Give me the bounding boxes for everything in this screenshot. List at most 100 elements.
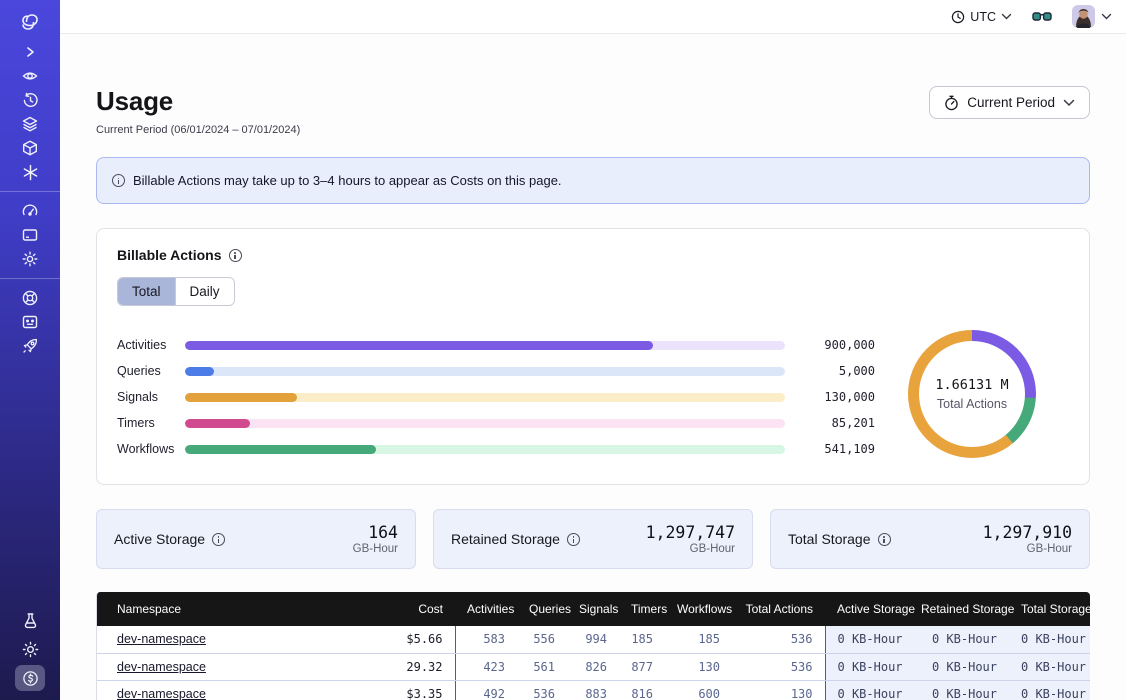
col-signals: Signals (567, 592, 619, 626)
bar-label: Workflows (117, 442, 185, 456)
col-cost: Cost (379, 592, 455, 626)
col-total-actions: Total Actions (732, 592, 825, 626)
timezone-label: UTC (970, 10, 996, 24)
total-storage-card: Total Storage 1,297,910 GB-Hour (770, 509, 1090, 569)
activities-cell: 492 (455, 680, 517, 700)
queries-cell: 556 (517, 626, 567, 653)
billable-actions-card: Billable Actions Total Daily Activities … (96, 228, 1090, 485)
active-nav-highlight (15, 665, 45, 691)
chevron-down-icon (1063, 99, 1075, 107)
donut-center: 1.66131 M Total Actions (919, 341, 1025, 447)
namespaces-icon[interactable] (0, 64, 60, 88)
bar-fill (185, 341, 653, 350)
bar-row-workflows: Workflows 541,109 (117, 436, 875, 462)
total-storage-cell: 0 KB-Hour (1009, 680, 1090, 700)
period-selector-label: Current Period (967, 95, 1055, 110)
tab-daily[interactable]: Daily (175, 278, 234, 305)
total-storage-cell: 0 KB-Hour (1009, 626, 1090, 653)
active-storage-cell: 0 KB-Hour (825, 680, 909, 700)
namespace-link[interactable]: dev-namespace (117, 687, 206, 700)
cost-cell: 29.32 (379, 653, 455, 680)
col-timers: Timers (619, 592, 665, 626)
assistant-terminal-icon[interactable] (0, 310, 60, 334)
reader-glasses-button[interactable] (1032, 11, 1052, 23)
activities-cell: 423 (455, 653, 517, 680)
col-namespace: Namespace (97, 592, 379, 626)
retained-storage-cell: 0 KB-Hour (909, 626, 1009, 653)
bar-value: 130,000 (799, 390, 875, 404)
bar-track (185, 393, 785, 402)
timers-cell: 816 (619, 680, 665, 700)
bar-row-signals: Signals 130,000 (117, 384, 875, 410)
col-total-storage: Total Storage (1009, 592, 1090, 626)
signals-cell: 883 (567, 680, 619, 700)
info-icon (112, 174, 125, 187)
retained-storage-card: Retained Storage 1,297,747 GB-Hour (433, 509, 753, 569)
asterisk-icon[interactable] (0, 160, 60, 184)
namespace-usage-table: Namespace Cost Activities Queries Signal… (96, 592, 1090, 700)
user-menu[interactable] (1072, 5, 1112, 28)
bar-label: Signals (117, 390, 185, 404)
namespace-link[interactable]: dev-namespace (117, 660, 206, 674)
rocket-icon[interactable] (0, 334, 60, 358)
usage-gauge-icon[interactable] (0, 199, 60, 223)
bar-row-activities: Activities 900,000 (117, 332, 875, 358)
bar-label: Timers (117, 416, 185, 430)
settings-gear-icon[interactable] (0, 247, 60, 271)
clock-icon (951, 10, 965, 24)
info-icon[interactable] (212, 533, 225, 546)
active-storage-card: Active Storage 164 GB-Hour (96, 509, 416, 569)
billable-actions-bar-chart: Activities 900,000 Queries 5,000 Signals… (117, 326, 875, 462)
timezone-selector[interactable]: UTC (951, 10, 1012, 24)
period-selector-button[interactable]: Current Period (929, 86, 1090, 119)
deployments-cube-icon[interactable] (0, 136, 60, 160)
active-storage-cell: 0 KB-Hour (825, 653, 909, 680)
bar-track (185, 341, 785, 350)
col-queries: Queries (517, 592, 567, 626)
bar-label: Queries (117, 364, 185, 378)
workflows-cell: 600 (665, 680, 732, 700)
workflows-cell: 130 (665, 653, 732, 680)
storage-card-unit: GB-Hour (646, 543, 735, 555)
banner-text: Billable Actions may take up to 3–4 hour… (133, 173, 562, 188)
bar-track (185, 419, 785, 428)
cost-cell: $5.66 (379, 626, 455, 653)
sidebar-divider (0, 191, 60, 192)
temporal-logo-icon[interactable] (0, 8, 60, 36)
col-retained-storage: Retained Storage (909, 592, 1009, 626)
usage-billing-dollar-icon[interactable] (0, 666, 60, 690)
billing-card-icon[interactable] (0, 223, 60, 247)
theme-sun-icon[interactable] (0, 637, 60, 661)
timers-cell: 185 (619, 626, 665, 653)
total-actions-donut: 1.66131 M Total Actions (908, 330, 1036, 458)
bar-row-queries: Queries 5,000 (117, 358, 875, 384)
info-icon[interactable] (878, 533, 891, 546)
table-row: dev-namespace $5.66 583 556 994 185 185 … (97, 626, 1090, 653)
bar-label: Activities (117, 338, 185, 352)
layers-icon[interactable] (0, 112, 60, 136)
history-icon[interactable] (0, 88, 60, 112)
tab-total[interactable]: Total (118, 278, 175, 305)
total-actions-value: 1.66131 M (935, 377, 1008, 393)
table-row: dev-namespace $3.35 492 536 883 816 600 … (97, 680, 1090, 700)
collapse-chevron-icon[interactable] (0, 40, 60, 64)
labs-flask-icon[interactable] (0, 608, 60, 632)
glasses-icon (1032, 11, 1052, 23)
bar-fill (185, 393, 297, 402)
info-icon[interactable] (229, 249, 242, 262)
chart-view-tabs: Total Daily (117, 277, 235, 306)
namespace-link[interactable]: dev-namespace (117, 632, 206, 646)
info-icon[interactable] (567, 533, 580, 546)
storage-card-label: Active Storage (114, 531, 205, 547)
storage-card-label: Total Storage (788, 531, 871, 547)
usage-page: Usage Current Period (06/01/2024 – 07/01… (60, 34, 1126, 700)
stopwatch-icon (944, 95, 959, 111)
avatar (1072, 5, 1095, 28)
support-lifebuoy-icon[interactable] (0, 286, 60, 310)
cost-cell: $3.35 (379, 680, 455, 700)
bar-fill (185, 445, 376, 454)
bar-value: 541,109 (799, 442, 875, 456)
sidebar-divider (0, 278, 60, 279)
bar-value: 5,000 (799, 364, 875, 378)
workflows-cell: 185 (665, 626, 732, 653)
